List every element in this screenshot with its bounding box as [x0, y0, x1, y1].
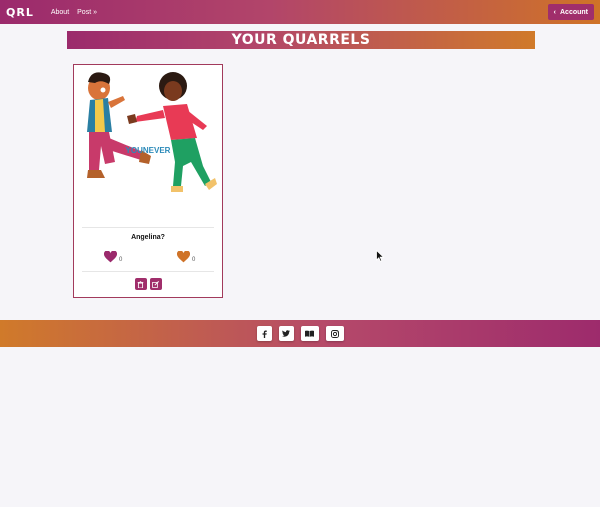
account-label: Account	[560, 8, 588, 16]
delete-button[interactable]	[134, 278, 147, 290]
divider	[82, 271, 214, 272]
nav-link-about[interactable]: About	[51, 9, 69, 16]
book-link[interactable]	[300, 326, 319, 341]
mouse-cursor-icon	[376, 250, 385, 262]
facebook-link[interactable]	[256, 326, 272, 341]
vote-right[interactable]: 0	[177, 251, 195, 263]
quarrel-card: YOUNEVER Angelina? 0 0	[73, 64, 223, 298]
vote-right-count: 0	[192, 257, 196, 263]
divider	[82, 227, 214, 228]
instagram-icon	[330, 329, 339, 338]
edit-icon	[152, 280, 159, 288]
vote-left-count: 0	[119, 257, 123, 263]
quarrel-illustration	[75, 66, 221, 208]
heart-icon	[104, 251, 117, 263]
twitter-icon	[282, 330, 290, 337]
quarrel-title[interactable]: YOUNEVER	[74, 146, 222, 155]
nav-link-post[interactable]: Post »	[77, 9, 97, 16]
account-button[interactable]: ‹ Account	[547, 4, 594, 20]
quarrel-opponent: Angelina?	[131, 234, 165, 241]
card-actions	[74, 278, 222, 290]
heart-icon	[177, 251, 190, 263]
page-title: YOUR QUARRELS	[231, 32, 371, 48]
edit-button[interactable]	[149, 278, 162, 290]
twitter-link[interactable]	[278, 326, 294, 341]
trash-icon	[137, 280, 144, 288]
book-icon	[305, 330, 314, 337]
page-title-banner: YOUR QUARRELS	[67, 31, 535, 49]
chevron-left-icon: ‹	[553, 8, 556, 16]
navbar: QRL About Post » ‹ Account	[0, 0, 600, 24]
vote-left[interactable]: 0	[104, 251, 122, 263]
instagram-link[interactable]	[325, 326, 344, 341]
brand-logo[interactable]: QRL	[6, 6, 34, 19]
facebook-icon	[262, 330, 267, 338]
footer	[0, 320, 600, 347]
